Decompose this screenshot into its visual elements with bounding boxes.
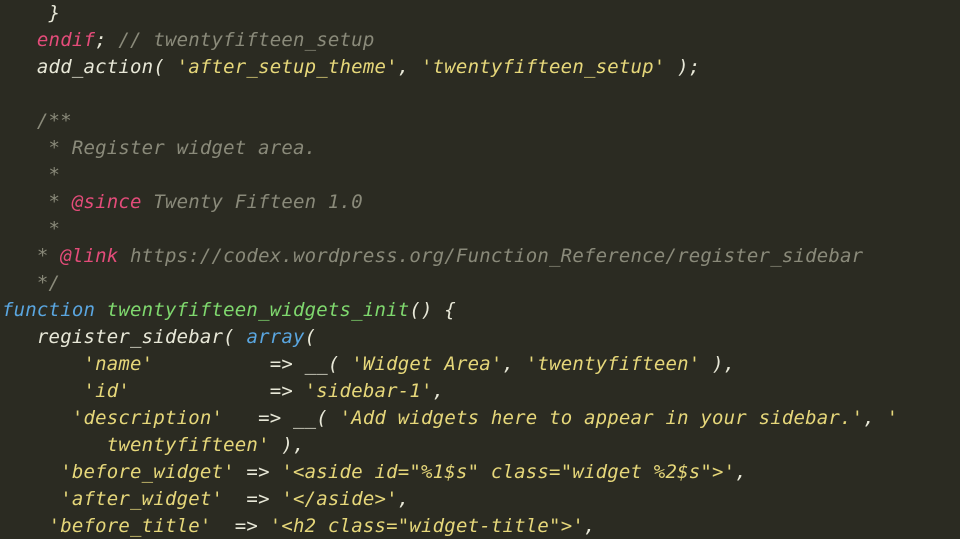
code-line: endif; // twentyfifteen_setup — [2, 29, 374, 51]
array-key: 'name' — [83, 353, 153, 375]
function-name: twentyfifteen_widgets_init — [107, 299, 410, 321]
code-line: 'before_widget' => '<aside id="%1$s" cla… — [2, 461, 747, 483]
code-line: register_sidebar( array( — [2, 326, 316, 348]
docblock-line: /** — [2, 110, 72, 132]
array-key: 'before_widget' — [60, 461, 235, 483]
array-key: 'before_title' — [49, 515, 212, 537]
inline-comment: // twentyfifteen_setup — [118, 29, 374, 51]
code-line: 'after_widget' => '</aside>', — [2, 488, 409, 510]
fn-call: add_action — [37, 56, 153, 78]
code-line: 'id' => 'sidebar-1', — [2, 380, 444, 402]
docblock-line: * @link https://codex.wordpress.org/Func… — [2, 245, 863, 267]
docblock-line: * @since Twenty Fifteen 1.0 — [2, 191, 363, 213]
code-line: function twentyfifteen_widgets_init() { — [2, 299, 456, 321]
docblock-line: */ — [2, 272, 60, 294]
code-line: } — [2, 2, 60, 24]
code-line: add_action( 'after_setup_theme', 'twenty… — [2, 56, 700, 78]
docblock-line: * — [2, 164, 60, 186]
code-line: 'name' => __( 'Widget Area', 'twentyfift… — [2, 353, 735, 375]
code-editor: } endif; // twentyfifteen_setup add_acti… — [0, 0, 960, 539]
docblock-line: * Register widget area. — [2, 137, 316, 159]
array-key: 'id' — [83, 380, 130, 402]
keyword-function: function — [2, 299, 95, 321]
array-key: 'description' — [72, 407, 223, 429]
fn-call: register_sidebar — [37, 326, 223, 348]
keyword-endif: endif — [37, 29, 95, 51]
keyword-array: array — [246, 326, 304, 348]
array-key: 'after_widget' — [60, 488, 223, 510]
code-line: 'before_title' => '<h2 class="widget-tit… — [2, 515, 596, 537]
docblock-line: * — [2, 218, 60, 240]
doc-tag-since: @since — [72, 191, 142, 213]
code-line: twentyfifteen' ), — [2, 434, 305, 456]
doc-tag-link: @link — [60, 245, 118, 267]
code-line: 'description' => __( 'Add widgets here t… — [2, 407, 898, 429]
